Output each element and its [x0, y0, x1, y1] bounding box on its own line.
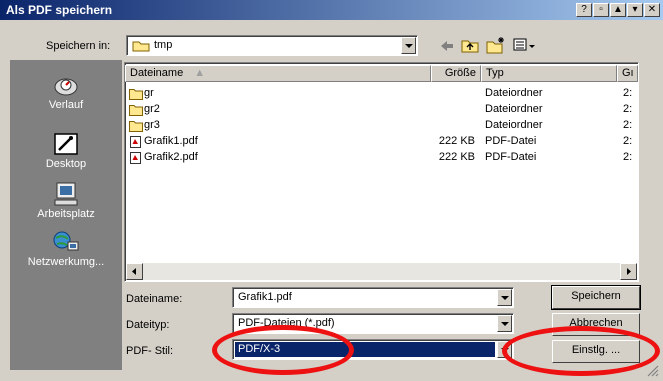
place-history[interactable]: Verlauf — [10, 73, 122, 111]
place-network[interactable]: Netzwerkumg... — [10, 230, 122, 268]
table-row[interactable]: gr Dateiordner 2: — [129, 87, 632, 102]
resize-grip-icon[interactable] — [645, 363, 659, 377]
folder-icon — [129, 89, 143, 100]
save-button[interactable]: Speichern — [551, 285, 641, 310]
filetype-label: Dateityp: — [126, 319, 170, 331]
new-folder-icon[interactable] — [486, 36, 506, 54]
column-header-name[interactable]: Dateiname ▲ — [125, 65, 431, 82]
my-computer-icon — [54, 182, 78, 206]
chevron-down-icon[interactable] — [497, 315, 512, 332]
column-header-date[interactable]: Gı — [617, 65, 638, 82]
pdf-file-icon — [130, 152, 141, 164]
chevron-down-icon[interactable] — [497, 289, 512, 306]
scroll-right-button[interactable] — [620, 263, 637, 280]
column-header-size[interactable]: Größe — [431, 65, 481, 82]
lookin-dropdown[interactable]: tmp — [126, 35, 418, 56]
network-icon — [53, 231, 79, 251]
minimize-icon[interactable]: ▾ — [627, 3, 643, 17]
column-header-type[interactable]: Typ — [481, 65, 617, 82]
table-row[interactable]: gr3 Dateiordner 2: — [129, 119, 632, 134]
filename-field[interactable]: Grafik1.pdf — [232, 287, 514, 308]
up-folder-icon[interactable] — [461, 37, 479, 53]
maximize-icon[interactable]: ▲ — [610, 3, 626, 17]
folder-icon — [132, 41, 150, 52]
history-icon — [54, 78, 78, 96]
place-desktop[interactable]: Desktop — [10, 132, 122, 170]
scroll-left-button[interactable] — [126, 263, 143, 280]
highlight-ring-settings — [502, 326, 660, 376]
arrow-right-icon — [627, 268, 631, 275]
desktop-icon — [54, 133, 78, 155]
window-title: Als PDF speichern — [6, 3, 113, 17]
close-icon[interactable]: ✕ — [644, 3, 660, 17]
table-row[interactable]: gr2 Dateiordner 2: — [129, 103, 632, 118]
highlight-ring-style — [212, 325, 354, 375]
folder-icon — [129, 105, 143, 116]
table-row[interactable]: Grafik1.pdf 222 KB PDF-Datei 2: — [129, 135, 632, 150]
view-menu-icon[interactable] — [513, 37, 537, 53]
lookin-label: Speichern in: — [46, 40, 111, 52]
horizontal-scrollbar[interactable] — [126, 263, 637, 280]
place-my-computer[interactable]: Arbeitsplatz — [10, 182, 122, 220]
places-bar: Verlauf Desktop Arbeitsplatz Netzwerkumg… — [10, 60, 122, 370]
file-list[interactable]: Dateiname ▲ Größe Typ Gı gr Dateiordner … — [124, 62, 639, 282]
lookin-value: tmp — [154, 39, 173, 51]
style-label: PDF- Stil: — [126, 345, 174, 357]
chevron-down-icon[interactable] — [401, 37, 416, 54]
back-icon[interactable] — [439, 38, 455, 54]
help-icon[interactable]: ? — [576, 3, 592, 17]
folder-icon — [129, 121, 143, 132]
table-row[interactable]: Grafik2.pdf 222 KB PDF-Datei 2: — [129, 151, 632, 166]
pdf-file-icon — [130, 136, 141, 148]
restore-icon[interactable]: ▫ — [593, 3, 609, 17]
arrow-left-icon — [132, 268, 136, 275]
sort-arrow-icon: ▲ — [194, 67, 206, 79]
filename-label: Dateiname: — [126, 293, 183, 305]
